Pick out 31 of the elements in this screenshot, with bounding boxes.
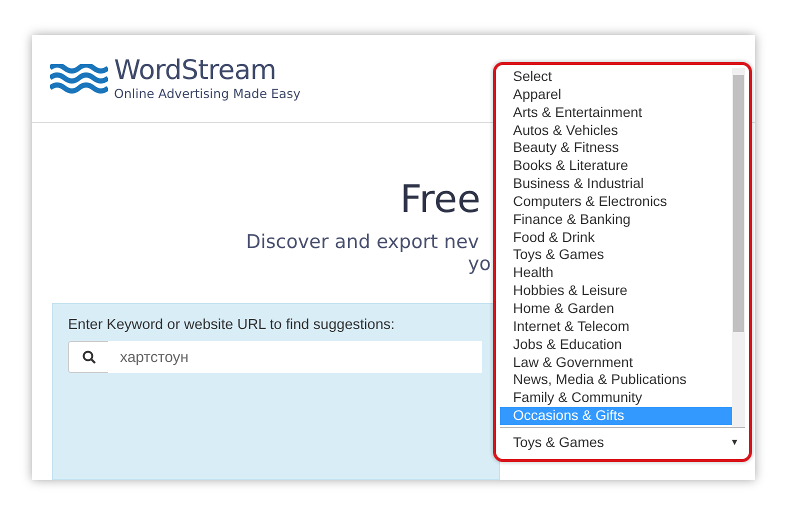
- brand-tagline: Online Advertising Made Easy: [114, 86, 300, 101]
- hero-title: Free: [400, 177, 481, 221]
- dropdown-option[interactable]: Hobbies & Leisure: [500, 282, 732, 300]
- dropdown-option[interactable]: Books & Literature: [500, 157, 732, 176]
- dropdown-option[interactable]: Family & Community: [500, 389, 732, 408]
- brand-name: WordStream: [114, 56, 278, 86]
- hero-subtitle: Discover and export nev: [246, 231, 480, 253]
- wave-logo-icon: [50, 64, 108, 94]
- dropdown-option[interactable]: Autos & Vehicles: [500, 122, 732, 140]
- category-select[interactable]: Toys & Games ▼: [500, 428, 745, 455]
- dropdown-option[interactable]: News, Media & Publications: [500, 371, 732, 390]
- dropdown-option[interactable]: Apparel: [500, 86, 732, 104]
- search-button[interactable]: [68, 341, 108, 373]
- dropdown-option[interactable]: Select: [500, 68, 732, 86]
- search-field[interactable]: хартстоун: [108, 341, 482, 373]
- dropdown-option[interactable]: Arts & Entertainment: [500, 104, 732, 122]
- dropdown-option[interactable]: Internet & Telecom: [500, 318, 732, 336]
- scrollbar[interactable]: [732, 68, 745, 427]
- dropdown-option[interactable]: Jobs & Education: [500, 336, 732, 354]
- dropdown-option[interactable]: Food & Drink: [500, 228, 732, 246]
- search-icon: [82, 350, 96, 364]
- hero-subtitle: yo: [468, 253, 491, 275]
- dropdown-option[interactable]: Computers & Electronics: [500, 192, 732, 211]
- dropdown-option[interactable]: Finance & Banking: [500, 210, 732, 229]
- dropdown-option[interactable]: Business & Industrial: [500, 175, 732, 193]
- dropdown-option[interactable]: Beauty & Fitness: [500, 139, 732, 158]
- dropdown-option[interactable]: Health: [500, 264, 732, 282]
- dropdown-option[interactable]: Home & Garden: [500, 300, 732, 318]
- search-label: Enter Keyword or website URL to find suggestions:: [68, 317, 396, 333]
- dropdown-option[interactable]: Toys & Games: [500, 246, 732, 264]
- dropdown-option[interactable]: Law & Government: [500, 354, 732, 372]
